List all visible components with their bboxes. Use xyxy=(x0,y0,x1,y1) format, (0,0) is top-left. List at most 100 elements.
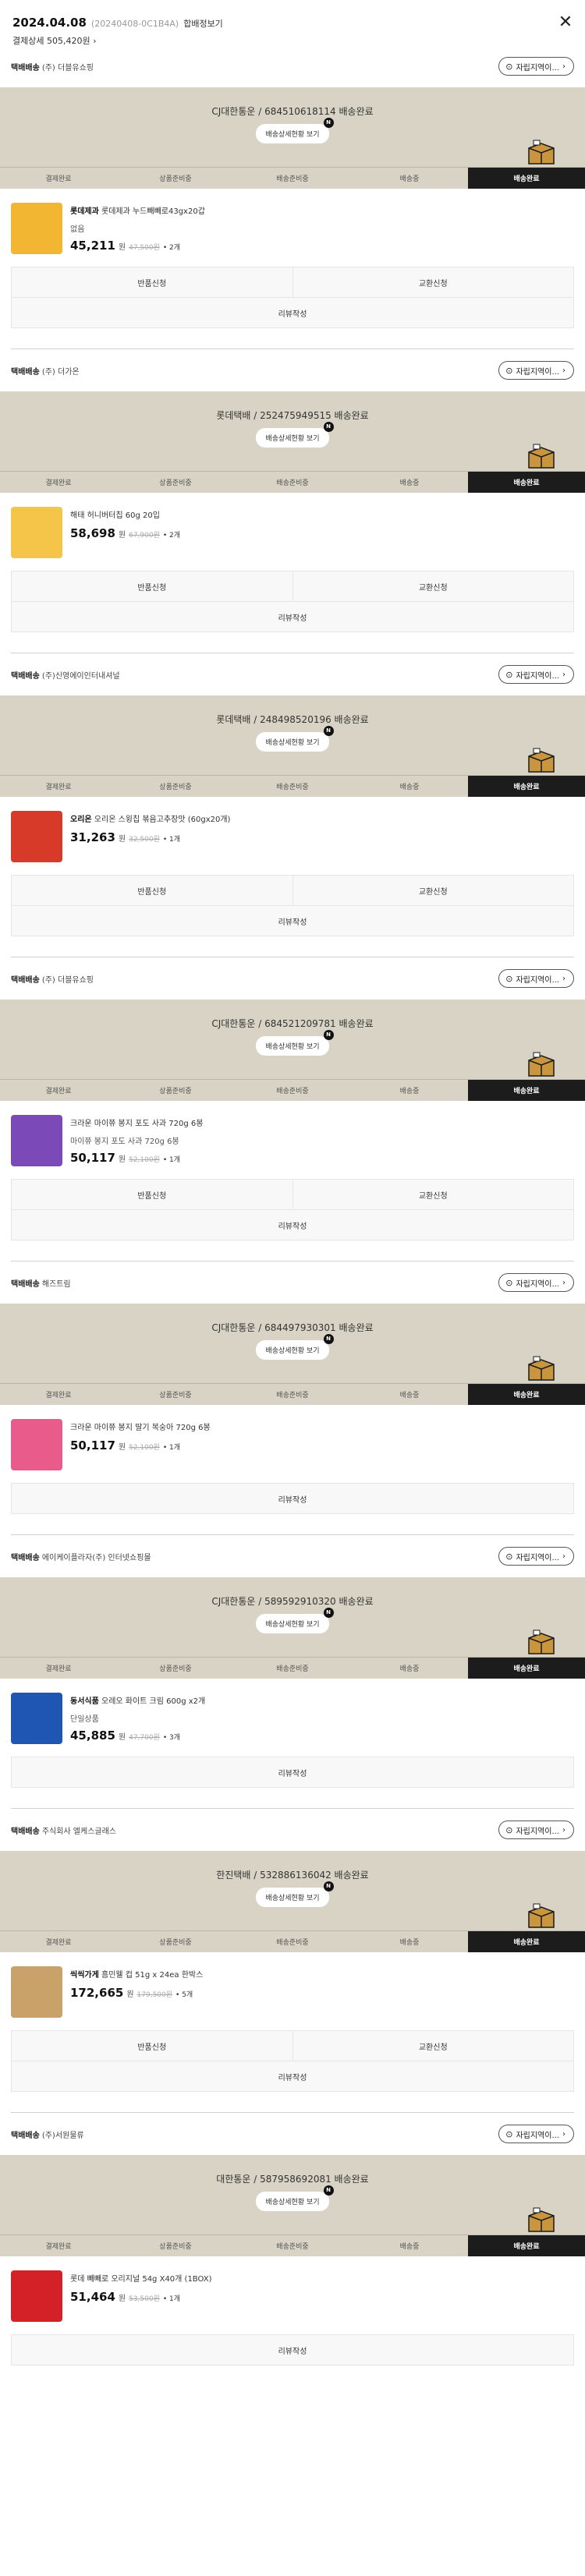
write-review-button[interactable]: 리뷰작성 xyxy=(12,2061,573,2091)
return-request-button[interactable]: 반품신청 xyxy=(12,1180,292,1209)
delivery-detail-button[interactable]: 배송상세현황 보기 N xyxy=(256,1334,334,1360)
delivery-detail-button[interactable]: 배송상세현황 보기 N xyxy=(256,1030,334,1056)
product-item[interactable]: 크라운 마이쮸 봉지 포도 사과 720g 6봉 마이쮸 봉지 포도 사과 720… xyxy=(0,1101,585,1174)
delivery-detail-button[interactable]: 배송상세현황 보기 N xyxy=(256,118,334,143)
product-thumbnail[interactable] xyxy=(11,1115,62,1166)
write-review-button[interactable]: 리뷰작성 xyxy=(12,1210,573,1240)
return-request-button[interactable]: 반품신청 xyxy=(12,571,292,601)
product-name[interactable]: 롯데 빼빼로 오리지널 54g X40개 (1BOX) xyxy=(70,2273,574,2285)
return-request-button[interactable]: 반품신청 xyxy=(12,267,292,297)
product-name[interactable]: 씩씩가게 흠민웰 컵 51g x 24ea 한박스 xyxy=(70,1969,574,1981)
location-pin-icon: ⊙ xyxy=(505,1824,513,1835)
exchange-request-button[interactable]: 교환신청 xyxy=(292,267,573,297)
delivery-detail-button[interactable]: 배송상세현황 보기 N xyxy=(256,1881,334,1907)
pickup-area-button[interactable]: ⊙ 자립지역이... › xyxy=(498,361,574,380)
product-item[interactable]: 씩씩가게 흠민웰 컵 51g x 24ea 한박스 172,665 원 179,500… xyxy=(0,1952,585,2026)
product-thumbnail[interactable] xyxy=(11,1693,62,1744)
order-section: 택배배송 (주) 더블유쇼핑 ⊙ 자립지역이... › CJ대한통운 / 68451061… xyxy=(0,45,585,349)
delivery-box-icon xyxy=(526,1629,557,1657)
delivery-detail-button[interactable]: 배송상세현황 보기 N xyxy=(256,1608,334,1633)
write-review-button[interactable]: 리뷰작성 xyxy=(12,298,573,327)
exchange-request-button[interactable]: 교환신청 xyxy=(292,2031,573,2061)
original-price: 47,700원 xyxy=(129,1734,160,1742)
product-name[interactable]: 롯데제과 롯데제과 누드빼빼로43gx20갑 xyxy=(70,206,574,218)
exchange-request-button[interactable]: 교환신청 xyxy=(292,876,573,905)
product-name[interactable]: 크라운 마이쮸 봉지 포도 사과 720g 6봉 xyxy=(70,1118,574,1130)
merge-info-link[interactable]: 합배정보기 xyxy=(183,17,223,30)
pickup-area-button[interactable]: ⊙ 자립지역이... › xyxy=(498,665,574,684)
product-title: 오리온 스윙칩 볶음고추장맛 (60gx20개) xyxy=(94,816,231,824)
pickup-area-button[interactable]: ⊙ 자립지역이... › xyxy=(498,1547,574,1566)
delivery-detail-button[interactable]: 배송상세현황 보기 N xyxy=(256,726,334,752)
product-item[interactable]: 오리온 오리온 스윙칩 볶음고추장맛 (60gx20개) 31,263 원 32,50… xyxy=(0,797,585,870)
product-title: 해태 허니버터칩 60g 20입 xyxy=(70,511,160,520)
product-item[interactable]: 동서식품 오레오 화이트 크림 600g x2개 단일상품 45,885 원 47,70… xyxy=(0,1679,585,1752)
seller-name: 에이케이플라자(주) 인터넷쇼핑몰 xyxy=(41,1553,151,1562)
currency-unit: 원 xyxy=(118,1443,126,1452)
order-section: 택배배송 (주)서원물류 ⊙ 자립지역이... › 대한통운 / 587958692081… xyxy=(0,2113,585,2386)
product-name[interactable]: 오리온 오리온 스윙칩 볶음고추장맛 (60gx20개) xyxy=(70,814,574,826)
delivery-step: 결제완료 xyxy=(45,1088,72,1095)
delivery-step: 배송완료 xyxy=(468,168,585,189)
product-thumbnail[interactable] xyxy=(11,1419,62,1470)
location-pin-icon: ⊙ xyxy=(505,1277,513,1288)
delivery-status-banner: CJ대한통운 / 684510618114 배송완료 배송상세현황 보기 N 결제완료… xyxy=(0,87,585,189)
delivery-step: 배송중 xyxy=(399,1392,420,1399)
product-thumbnail[interactable] xyxy=(11,507,62,558)
shipment-header: 택배배송 해즈트림 ⊙ 자립지역이... › xyxy=(0,1261,585,1304)
close-icon[interactable]: ✕ xyxy=(557,14,574,31)
product-item[interactable]: 롯데제과 롯데제과 누드빼빼로43gx20갑 없음 45,211 원 47,500원 • … xyxy=(0,189,585,262)
product-thumbnail[interactable] xyxy=(11,811,62,862)
product-price: 45,211 xyxy=(70,239,115,253)
product-brand: 오리온 xyxy=(70,816,92,824)
exchange-request-button[interactable]: 교환신청 xyxy=(292,1180,573,1209)
delivery-status-banner: 한진택배 / 532886136042 배송완료 배송상세현황 보기 N 결제완료 상품… xyxy=(0,1851,585,1952)
product-thumbnail[interactable] xyxy=(11,1966,62,2018)
shipping-type: 택배배송 xyxy=(11,671,40,681)
product-item[interactable]: 해태 허니버터칩 60g 20입 58,698 원 67,900원 • 2개 xyxy=(0,493,585,566)
product-name[interactable]: 해태 허니버터칩 60g 20입 xyxy=(70,510,574,522)
shipping-type: 택배배송 xyxy=(11,975,40,985)
location-pin-icon: ⊙ xyxy=(505,973,513,984)
pickup-area-button[interactable]: ⊙ 자립지역이... › xyxy=(498,2125,574,2143)
chevron-right-icon: › xyxy=(562,1552,566,1561)
shipment-header: 택배배송 에이케이플라자(주) 인터넷쇼핑몰 ⊙ 자립지역이... › xyxy=(0,1535,585,1577)
shipment-header: 택배배송 주식회사 엘케스글래스 ⊙ 자립지역이... › xyxy=(0,1809,585,1851)
write-review-button[interactable]: 리뷰작성 xyxy=(12,1484,573,1513)
delivery-step: 결제완료 xyxy=(45,1665,72,1673)
product-thumbnail[interactable] xyxy=(11,203,62,254)
original-price: 52,100원 xyxy=(129,1444,160,1452)
delivery-step: 배송준비중 xyxy=(276,1665,309,1673)
write-review-button[interactable]: 리뷰작성 xyxy=(12,2335,573,2365)
product-thumbnail[interactable] xyxy=(11,2270,62,2322)
new-badge: N xyxy=(323,1608,334,1618)
seller-name: (주) 더블유쇼핑 xyxy=(41,63,94,73)
write-review-button[interactable]: 리뷰작성 xyxy=(12,602,573,632)
product-quantity: • 1개 xyxy=(162,1444,181,1452)
return-request-button[interactable]: 반품신청 xyxy=(12,876,292,905)
product-quantity: • 1개 xyxy=(162,2295,181,2303)
product-item[interactable]: 크라운 마이쮸 봉지 딸기 복숭아 720g 6봉 50,117 원 52,100원 •… xyxy=(0,1405,585,1478)
currency-unit: 원 xyxy=(118,243,126,252)
pickup-area-button[interactable]: ⊙ 자립지역이... › xyxy=(498,969,574,988)
delivery-step: 배송완료 xyxy=(468,1658,585,1679)
pickup-area-button[interactable]: ⊙ 자립지역이... › xyxy=(498,57,574,76)
delivery-step: 결제완료 xyxy=(45,175,72,183)
exchange-request-button[interactable]: 교환신청 xyxy=(292,571,573,601)
chevron-right-icon: › xyxy=(562,62,566,71)
location-pin-icon: ⊙ xyxy=(505,365,513,376)
pickup-area-label: 자립지역이... xyxy=(516,975,559,985)
order-list: 택배배송 (주) 더블유쇼핑 ⊙ 자립지역이... › CJ대한통운 / 68451061… xyxy=(0,45,585,2386)
delivery-detail-button[interactable]: 배송상세현황 보기 N xyxy=(256,2185,334,2211)
product-name[interactable]: 크라운 마이쮸 봉지 딸기 복숭아 720g 6봉 xyxy=(70,1422,574,1434)
product-name[interactable]: 동서식품 오레오 화이트 크림 600g x2개 xyxy=(70,1696,574,1707)
delivery-box-icon xyxy=(526,139,557,167)
product-item[interactable]: 롯데 빼빼로 오리지널 54g X40개 (1BOX) 51,464 원 53,500… xyxy=(0,2256,585,2330)
write-review-button[interactable]: 리뷰작성 xyxy=(12,1757,573,1787)
return-request-button[interactable]: 반품신청 xyxy=(12,2031,292,2061)
pickup-area-button[interactable]: ⊙ 자립지역이... › xyxy=(498,1273,574,1292)
delivery-detail-button[interactable]: 배송상세현황 보기 N xyxy=(256,422,334,448)
delivery-step: 결제완료 xyxy=(45,479,72,487)
write-review-button[interactable]: 리뷰작성 xyxy=(12,906,573,936)
pickup-area-button[interactable]: ⊙ 자립지역이... › xyxy=(498,1821,574,1839)
